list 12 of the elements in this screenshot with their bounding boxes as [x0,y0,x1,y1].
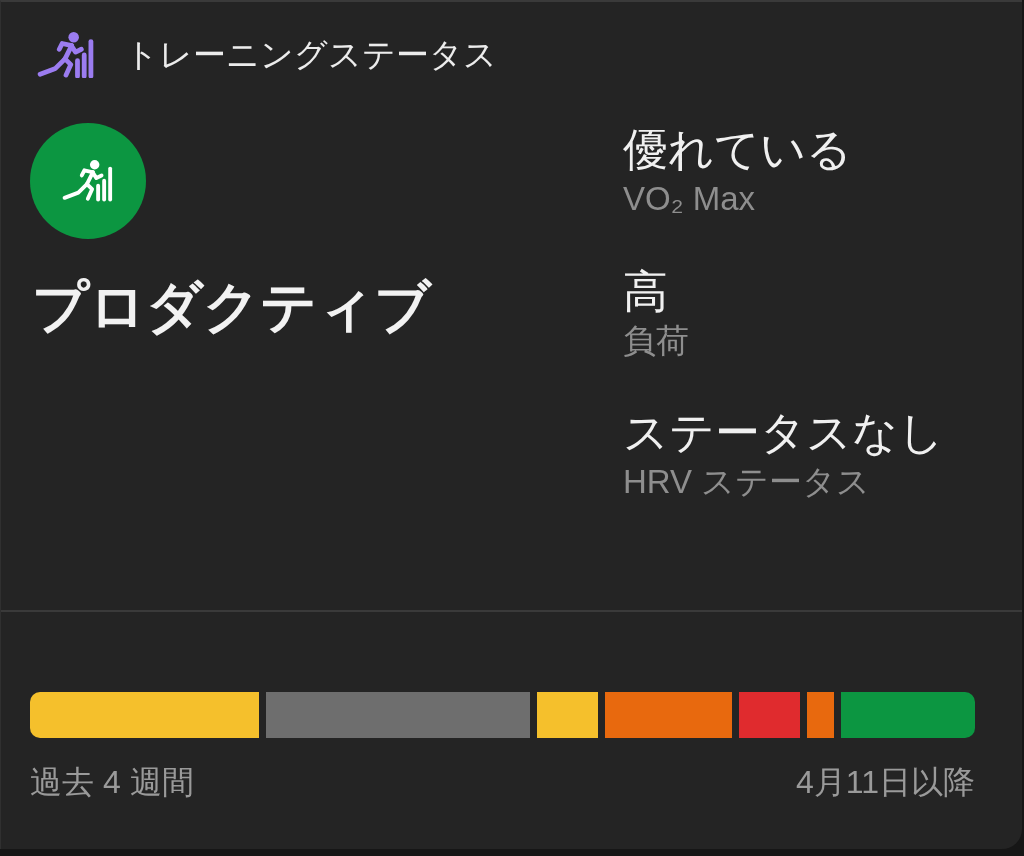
runner-bars-icon [30,123,146,239]
status-label: プロダクティブ [32,274,431,340]
metric-value: 優れている [623,123,852,177]
metric-value: ステータスなし [623,406,944,461]
card-title: トレーニングステータス [125,35,497,75]
date-label: 4月11日以降 [796,763,975,802]
metric-value: 高 [623,264,669,319]
period-label: 過去 4 週間 [30,763,194,802]
runner-bars-icon [37,32,95,78]
metric-label: HRV ステータス [623,462,872,502]
metric-label: VO₂ Max [623,179,756,219]
metric-label: 負荷 [623,320,689,361]
